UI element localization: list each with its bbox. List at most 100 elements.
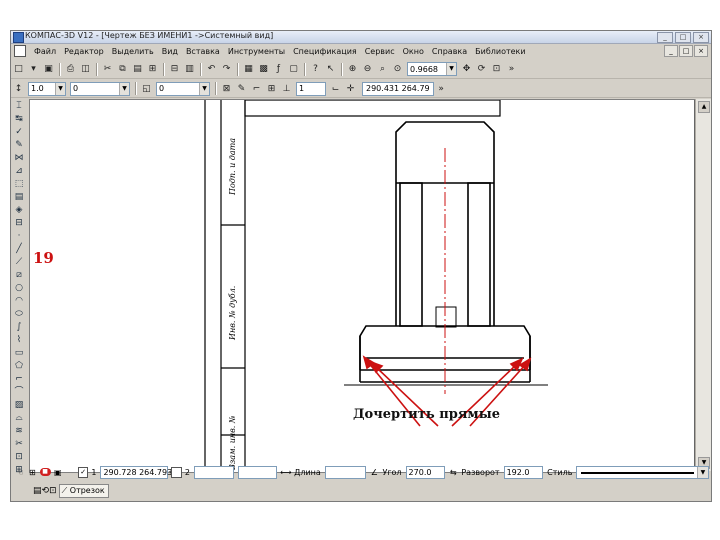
cursor-icon[interactable]: ✛ bbox=[344, 82, 357, 95]
parametrization-icon[interactable]: ⋈ bbox=[13, 152, 25, 164]
grid-icon[interactable]: ⊞ bbox=[265, 82, 278, 95]
redo-icon[interactable]: ↷ bbox=[220, 63, 233, 76]
zoom-combo[interactable]: 0.9668 ▼ bbox=[407, 62, 457, 76]
measure-icon[interactable]: ⊿ bbox=[13, 165, 25, 177]
ortho-icon[interactable]: ⊥ bbox=[280, 82, 293, 95]
menu-service[interactable]: Сервис bbox=[361, 47, 399, 56]
contour-icon[interactable]: ⌓ bbox=[13, 412, 25, 424]
save-icon[interactable]: ▣ bbox=[42, 63, 55, 76]
folder-icon[interactable]: ▤ bbox=[33, 486, 42, 496]
symbols-icon[interactable]: ✓ bbox=[13, 126, 25, 138]
equidistant-icon[interactable]: ≋ bbox=[13, 425, 25, 437]
point2-checkbox[interactable] bbox=[171, 466, 182, 478]
close-button[interactable]: × bbox=[693, 32, 709, 43]
menu-view[interactable]: Вид bbox=[158, 47, 182, 56]
zoom-dynamic-icon[interactable]: ⊙ bbox=[391, 63, 404, 76]
help-pointer-icon[interactable]: ? bbox=[309, 63, 322, 76]
point2-x-field[interactable] bbox=[193, 465, 234, 479]
dimensions-icon[interactable]: ↹ bbox=[13, 113, 25, 125]
layers-icon[interactable]: ◱ bbox=[140, 82, 153, 95]
auto-create-icon[interactable]: ⊞ bbox=[27, 467, 37, 478]
collect-contour-icon[interactable]: ⊡ bbox=[13, 451, 25, 463]
vertical-scrollbar[interactable]: ▲ ▼ bbox=[695, 99, 711, 471]
manager-icon[interactable]: ⊟ bbox=[168, 63, 181, 76]
spec-icon[interactable]: ▤ bbox=[13, 191, 25, 203]
apply-icon[interactable]: ▣ bbox=[53, 467, 63, 478]
chevron-down-icon[interactable]: ▼ bbox=[446, 63, 456, 75]
menu-help[interactable]: Справка bbox=[428, 47, 471, 56]
menu-editor[interactable]: Редактор bbox=[60, 47, 108, 56]
select-cursor-icon[interactable]: ↖ bbox=[324, 63, 337, 76]
tab-segment[interactable]: ⟋ Отрезок bbox=[58, 483, 109, 498]
repeat-icon[interactable]: ⟲ bbox=[42, 486, 50, 496]
menu-window[interactable]: Окно bbox=[399, 47, 428, 56]
layer-combo[interactable]: 1.0 ▼ bbox=[28, 81, 66, 96]
angle-field[interactable]: 270.0 bbox=[405, 465, 446, 479]
pen-icon[interactable]: ✎ bbox=[235, 82, 248, 95]
minimize-button[interactable]: _ bbox=[657, 32, 673, 43]
segment-icon[interactable]: ⟋ bbox=[13, 256, 25, 268]
step-combo[interactable]: 1 bbox=[296, 81, 326, 96]
copy-icon[interactable]: ⧉ bbox=[116, 63, 129, 76]
reports-icon[interactable]: ◈ bbox=[13, 204, 25, 216]
style-combo[interactable]: 0 ▼ bbox=[70, 81, 130, 96]
menu-tools[interactable]: Инструменты bbox=[224, 47, 289, 56]
chevron-down-icon[interactable]: ▼ bbox=[119, 82, 129, 95]
calc-icon[interactable]: ▢ bbox=[287, 63, 300, 76]
insert-icon[interactable]: ⊟ bbox=[13, 217, 25, 229]
spline-icon[interactable]: ∫ bbox=[13, 321, 25, 333]
chevron-down-icon[interactable]: ▼ bbox=[199, 82, 209, 95]
arc-icon[interactable]: ◠ bbox=[13, 295, 25, 307]
ellipse-icon[interactable]: ⬭ bbox=[13, 308, 25, 320]
scroll-up-icon[interactable]: ▲ bbox=[698, 101, 710, 113]
zoom-in-icon[interactable]: ⊕ bbox=[346, 63, 359, 76]
rectangle-icon[interactable]: ▭ bbox=[13, 347, 25, 359]
variables-icon[interactable]: ▩ bbox=[257, 63, 270, 76]
view-combo[interactable]: 0 ▼ bbox=[156, 81, 210, 96]
new-document-icon[interactable]: □ bbox=[12, 63, 25, 76]
print-icon[interactable]: ⎙ bbox=[64, 63, 77, 76]
hatch-icon[interactable]: ▨ bbox=[13, 399, 25, 411]
point1-checkbox[interactable]: ✓ bbox=[77, 466, 89, 478]
properties-icon[interactable]: ▦ bbox=[242, 63, 255, 76]
libraries-icon[interactable]: ▥ bbox=[183, 63, 196, 76]
chevron-down-icon[interactable]: ▼ bbox=[696, 466, 708, 478]
zoom-window-icon[interactable]: ⌕ bbox=[376, 63, 389, 76]
toolbar-options-icon[interactable]: » bbox=[435, 82, 448, 95]
copy-properties-icon[interactable]: ⊞ bbox=[146, 63, 159, 76]
point-icon[interactable]: · bbox=[13, 230, 25, 242]
zoom-out-icon[interactable]: ⊖ bbox=[361, 63, 374, 76]
chevron-down-icon[interactable]: ▼ bbox=[55, 82, 65, 95]
select-icon[interactable]: ⬚ bbox=[13, 178, 25, 190]
doc-close-button[interactable]: × bbox=[694, 45, 708, 57]
length-field[interactable] bbox=[324, 465, 367, 479]
undo-icon[interactable]: ↶ bbox=[205, 63, 218, 76]
hatch-field[interactable]: 192.0 bbox=[503, 465, 544, 479]
open-icon[interactable]: ▾ bbox=[27, 63, 40, 76]
snap-icon[interactable]: ⊠ bbox=[220, 82, 233, 95]
menu-libraries[interactable]: Библиотеки bbox=[471, 47, 529, 56]
circle-icon[interactable]: ○ bbox=[13, 282, 25, 294]
aux-line-icon[interactable]: ╱ bbox=[13, 243, 25, 255]
menu-specification[interactable]: Спецификация bbox=[289, 47, 361, 56]
doc-minimize-button[interactable]: _ bbox=[664, 45, 678, 57]
refresh-icon[interactable]: ⟳ bbox=[475, 63, 488, 76]
chamfer-icon[interactable]: ⌐ bbox=[13, 373, 25, 385]
geometry-icon[interactable]: ⌶ bbox=[13, 100, 25, 112]
parallel-icon[interactable]: ⧄ bbox=[13, 269, 25, 281]
line-style-select[interactable]: ▼ bbox=[576, 465, 709, 479]
point1-field[interactable]: 290.728 264.793 bbox=[100, 465, 172, 479]
paste-icon[interactable]: ▤ bbox=[131, 63, 144, 76]
print-preview-icon[interactable]: ◫ bbox=[79, 63, 92, 76]
trim-icon[interactable]: ✂ bbox=[13, 438, 25, 450]
stop-icon[interactable]: ■ bbox=[39, 468, 51, 476]
show-all-icon[interactable]: ⊡ bbox=[490, 63, 503, 76]
fillet-icon[interactable]: ⌒ bbox=[13, 386, 25, 398]
formula-icon[interactable]: ƒ bbox=[272, 63, 285, 76]
doc-restore-button[interactable]: □ bbox=[679, 45, 693, 57]
menu-insert[interactable]: Вставка bbox=[182, 47, 224, 56]
local-cs-icon[interactable]: ⌐ bbox=[250, 82, 263, 95]
polygon-icon[interactable]: ⬠ bbox=[13, 360, 25, 372]
toolbar-options-icon[interactable]: » bbox=[505, 63, 518, 76]
cut-icon[interactable]: ✂ bbox=[101, 63, 114, 76]
